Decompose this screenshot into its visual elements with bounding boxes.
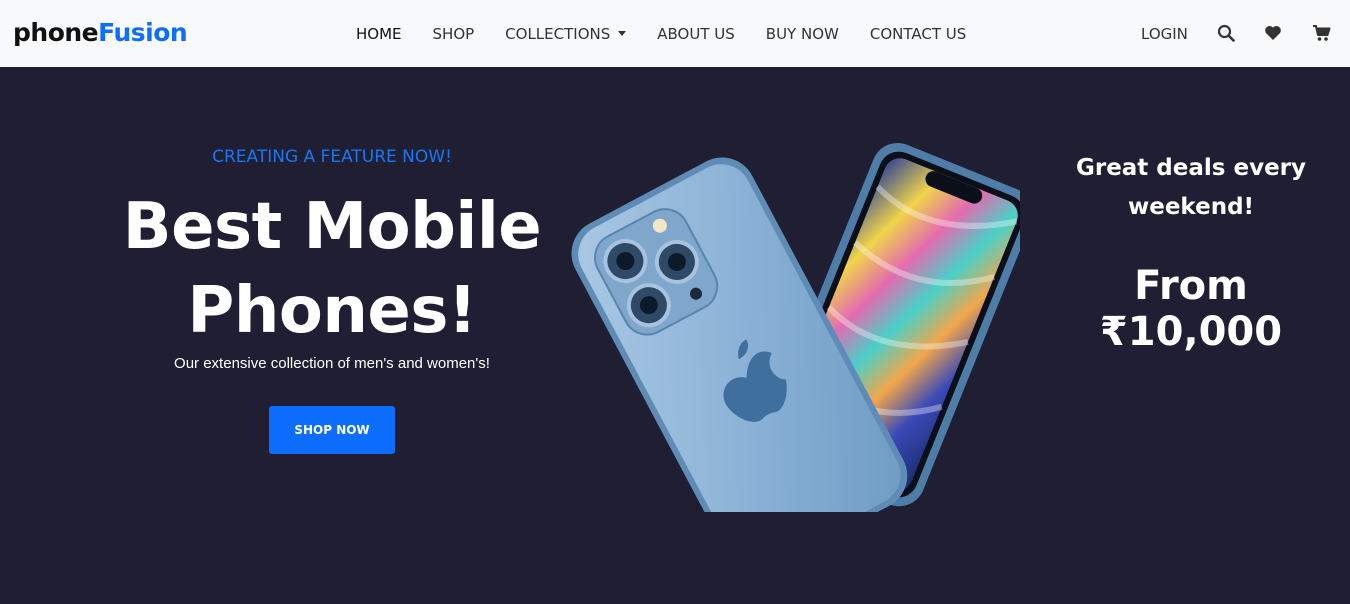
brand-logo[interactable]: phoneFusion — [13, 18, 188, 47]
phone-image — [571, 142, 1020, 512]
chevron-down-icon — [618, 31, 627, 36]
shop-now-button[interactable]: SHOP NOW — [269, 406, 395, 454]
login-link[interactable]: LOGIN — [1141, 25, 1188, 43]
hero-headline-line2: Phones! — [187, 274, 477, 348]
nav-collections[interactable]: COLLECTIONS — [505, 24, 627, 43]
hero-banner: CREATING A FEATURE NOW! Best Mobile Phon… — [0, 67, 1350, 604]
navbar: phoneFusion HOME SHOP COLLECTIONS ABOUT … — [0, 0, 1350, 67]
nav-about-us[interactable]: ABOUT US — [657, 25, 735, 43]
nav-shop[interactable]: SHOP — [433, 25, 475, 43]
nav-home[interactable]: HOME — [356, 25, 402, 43]
deals-text: Great deals every weekend! — [1040, 149, 1342, 227]
heart-icon[interactable] — [1264, 24, 1284, 44]
nav-links: HOME SHOP COLLECTIONS ABOUT US BUY NOW C… — [356, 0, 997, 67]
nav-collections-label: COLLECTIONS — [505, 24, 611, 43]
hero-eyebrow: CREATING A FEATURE NOW! — [212, 147, 452, 167]
nav-contact-us[interactable]: CONTACT US — [870, 25, 966, 43]
search-icon[interactable] — [1217, 24, 1237, 44]
cart-icon[interactable] — [1312, 24, 1332, 44]
hero-headline: Best Mobile Phones! — [92, 185, 572, 353]
nav-buy-now[interactable]: BUY NOW — [766, 25, 839, 43]
hero-subtext: Our extensive collection of men's and wo… — [174, 355, 490, 372]
brand-part-phone: phone — [13, 18, 99, 47]
price-from: From ₹10,000 — [1099, 263, 1283, 355]
hero-headline-line1: Best Mobile — [122, 190, 542, 264]
brand-part-fusion: Fusion — [98, 18, 188, 47]
deals-line1: Great deals every — [1075, 155, 1307, 181]
deals-line2: weekend! — [1127, 194, 1255, 220]
